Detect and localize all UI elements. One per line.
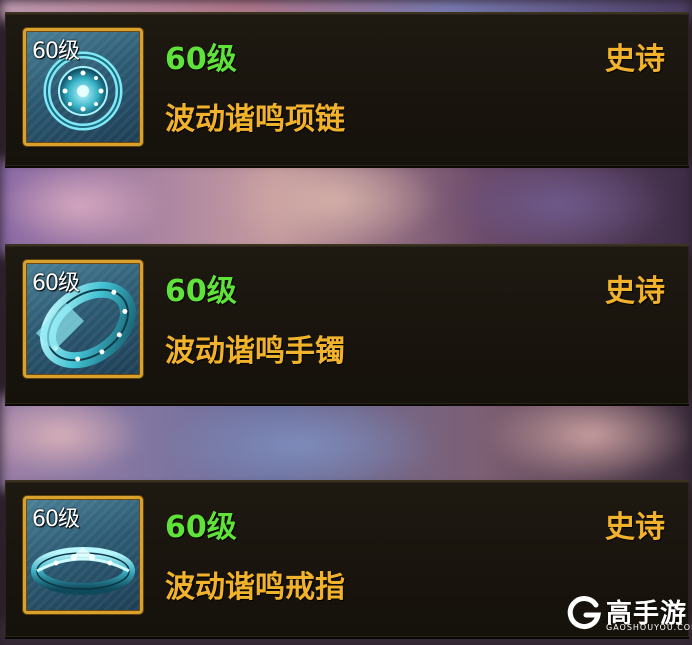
brand-logo-icon — [567, 596, 601, 630]
item-name: 波动谐鸣戒指 — [165, 570, 345, 605]
item-card-necklace[interactable]: 60级 60级 波动谐鸣项链 史诗 — [5, 12, 689, 168]
item-card-bracelet[interactable]: 60级 60级 波动谐鸣手镯 史诗 — [5, 244, 689, 406]
level-tag: 60级 — [32, 507, 80, 532]
item-icon-frame[interactable]: 60级 — [23, 496, 143, 614]
item-level: 60级 — [165, 274, 237, 309]
item-rarity: 史诗 — [605, 274, 665, 309]
item-icon-frame[interactable]: 60级 — [23, 28, 143, 146]
watermark: 高手游 GAOSHOUYOU.COM — [566, 593, 692, 635]
background-band-1 — [0, 160, 692, 255]
item-level: 60级 — [165, 42, 237, 77]
watermark-domain: GAOSHOUYOU.COM — [606, 623, 692, 632]
background-band-2 — [0, 395, 692, 490]
item-rarity: 史诗 — [605, 510, 665, 545]
item-name: 波动谐鸣项链 — [165, 102, 345, 137]
item-level: 60级 — [165, 510, 237, 545]
level-tag: 60级 — [32, 271, 80, 296]
item-icon-frame[interactable]: 60级 — [23, 260, 143, 378]
item-name: 波动谐鸣手镯 — [165, 334, 345, 369]
level-tag: 60级 — [32, 39, 80, 64]
item-rarity: 史诗 — [605, 42, 665, 77]
